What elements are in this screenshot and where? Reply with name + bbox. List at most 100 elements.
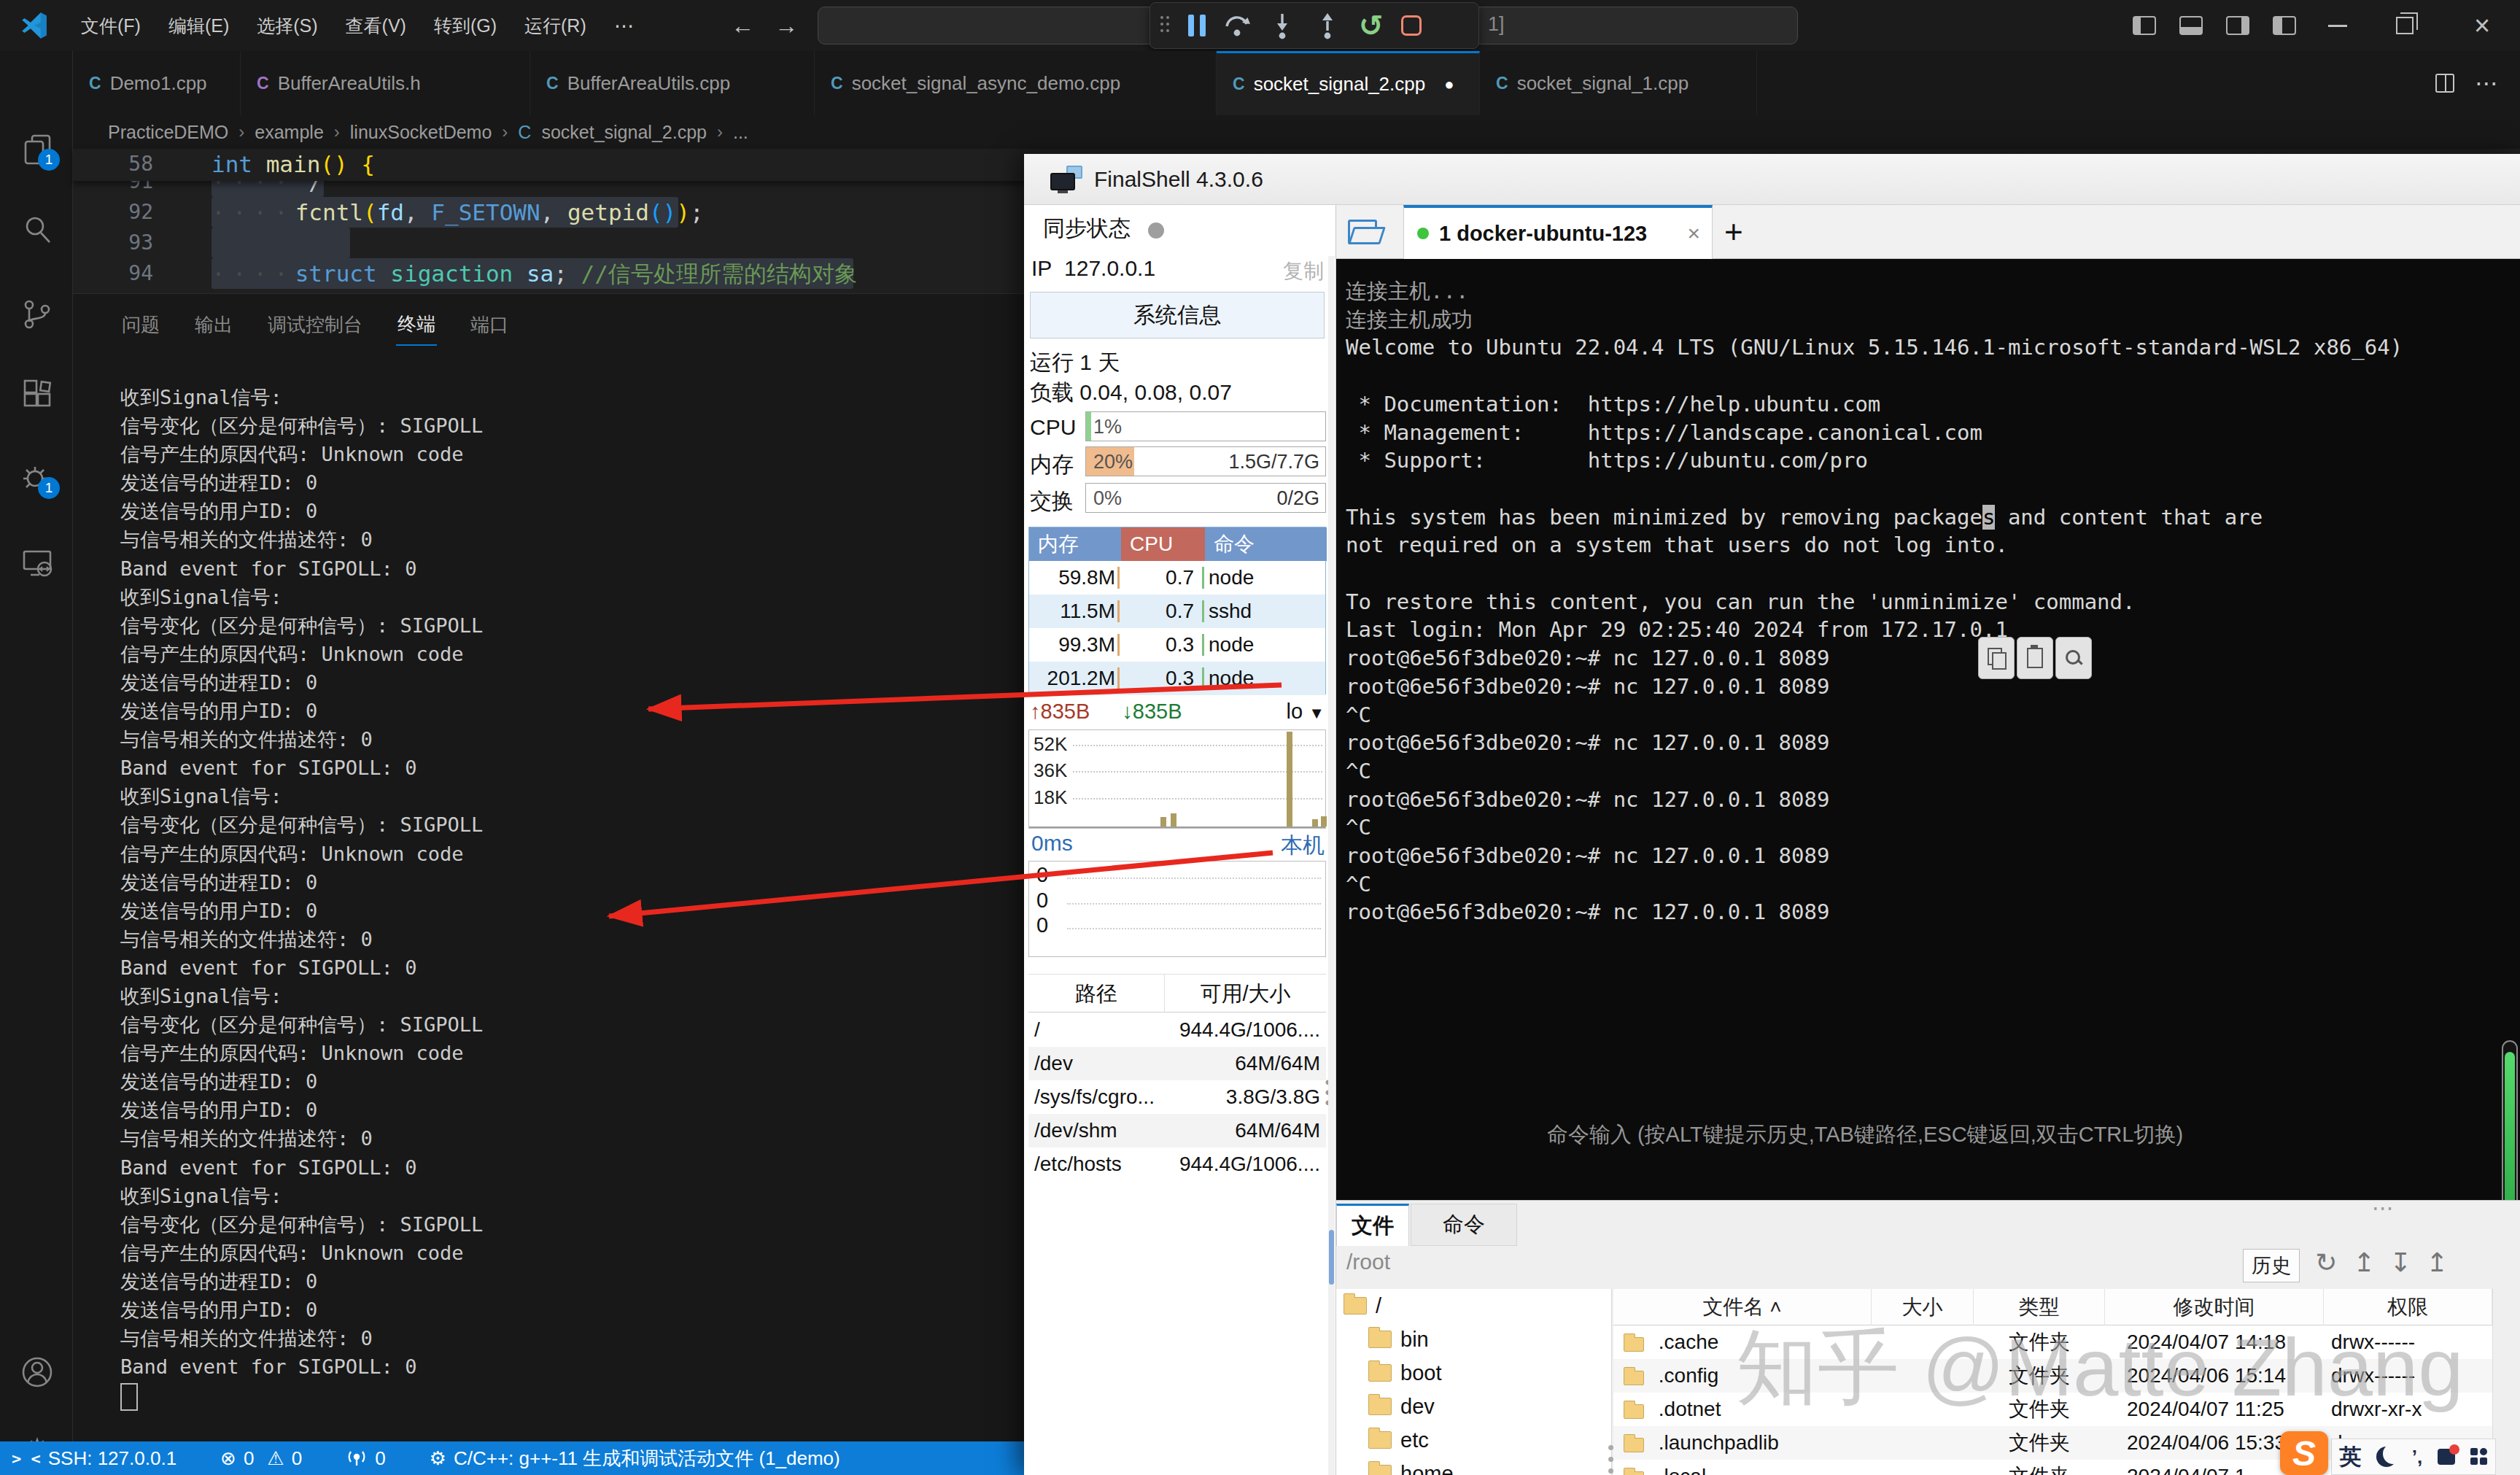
disk-row[interactable]: /944.4G/1006.... — [1028, 1013, 1326, 1047]
remote-status-item[interactable]: > <SSH: 127.0.0.1 — [12, 1447, 177, 1470]
menu-item[interactable]: 选择(S) — [243, 14, 331, 38]
process-table[interactable]: 内存CPU命令59.8M0.7node11.5M0.7sshd99.3M0.3n… — [1028, 527, 1326, 694]
history-button[interactable]: 历史 — [2243, 1249, 2300, 1282]
ime-language-toggle[interactable]: 英 — [2339, 1442, 2361, 1472]
debug-step-out-button[interactable] — [1314, 12, 1341, 39]
panel-tab-item[interactable]: 调试控制台 — [266, 305, 364, 345]
process-row[interactable]: 99.3M0.3node — [1029, 628, 1325, 662]
download-icon[interactable]: ↧ — [2389, 1247, 2411, 1278]
copy-button[interactable]: 复制 — [1283, 258, 1324, 285]
ping-host[interactable]: 本机 — [1281, 831, 1325, 861]
menu-item[interactable]: 编辑(E) — [155, 14, 243, 38]
layout-customize-button[interactable] — [2261, 0, 2308, 51]
ime-tool-icon[interactable] — [2438, 1449, 2455, 1465]
ssh-terminal[interactable]: 连接主机...连接主机成功Welcome to Ubuntu 22.04.4 L… — [1336, 259, 2520, 1200]
panel-tab-item[interactable]: 问题 — [120, 305, 161, 345]
debug-toolbar-drag-handle[interactable] — [1160, 16, 1171, 35]
tree-item[interactable]: dev — [1336, 1390, 1611, 1423]
breadcrumb-item[interactable]: PracticeDEMO — [108, 122, 228, 143]
moon-icon[interactable] — [2376, 1447, 2397, 1467]
menu-item[interactable]: 转到(G) — [420, 14, 511, 38]
nav-forward-button[interactable]: → — [775, 12, 798, 39]
accounts-icon[interactable] — [20, 1355, 54, 1389]
explorer-icon[interactable]: 1 — [20, 133, 54, 166]
disk-table[interactable]: 路径可用/大小/944.4G/1006..../dev64M/64M/sys/f… — [1028, 974, 1326, 1181]
tab-dirty-dot[interactable]: ● — [1444, 75, 1454, 94]
open-folder-icon[interactable] — [1348, 217, 1384, 246]
disk-row[interactable]: /dev/shm64M/64M — [1028, 1114, 1326, 1147]
editor-tab[interactable]: CBufferAreaUtils.cpp — [530, 51, 815, 115]
menu-more-icon[interactable]: ⋯ — [600, 14, 648, 38]
panel-tab-item[interactable]: 端口 — [469, 305, 510, 345]
upload-arrow-icon[interactable]: ↥ — [2353, 1247, 2375, 1278]
debug-restart-button[interactable]: ↺ — [1359, 15, 1384, 36]
net-interface-select[interactable]: lo ▼ — [1287, 700, 1325, 724]
debug-step-into-button[interactable] — [1268, 12, 1296, 39]
disk-row[interactable]: /etc/hosts944.4G/1006.... — [1028, 1147, 1326, 1181]
new-terminal-tab-button[interactable]: + — [1724, 214, 1743, 250]
breadcrumb-item[interactable]: ... — [733, 122, 748, 143]
panel-tab-terminal-active[interactable]: 终端 — [396, 304, 437, 346]
punctuation-icon[interactable]: ’, — [2412, 1446, 2422, 1468]
window-maximize-button[interactable] — [2379, 0, 2430, 51]
process-row[interactable]: 11.5M0.7sshd — [1029, 595, 1325, 628]
editor-more-actions-icon[interactable]: ⋯ — [2475, 69, 2498, 97]
tree-item[interactable]: boot — [1336, 1356, 1611, 1390]
editor-tab[interactable]: CBufferAreaUtils.h — [241, 51, 530, 115]
process-row[interactable]: 59.8M0.7node — [1029, 561, 1325, 595]
debug-pause-button[interactable] — [1188, 15, 1206, 36]
breadcrumb-item[interactable]: socket_signal_2.cpp — [541, 122, 707, 143]
terminal-scrollbar[interactable] — [2502, 1040, 2518, 1223]
search-button[interactable] — [2055, 637, 2092, 679]
system-info-button[interactable]: 系统信息 — [1030, 292, 1325, 338]
split-editor-icon[interactable] — [2435, 74, 2454, 93]
menu-item[interactable]: 运行(R) — [511, 14, 600, 38]
nav-back-button[interactable]: ← — [731, 12, 754, 39]
editor-tab[interactable]: Csocket_signal_1.cpp — [1480, 51, 1757, 115]
build-task-status-item[interactable]: ⚙C/C++: g++-11 生成和调试活动文件 (1_demo) — [430, 1446, 840, 1471]
vscode-terminal-output[interactable]: 收到Signal信号:信号变化（区分是何种信号）: SIGPOLL信号产生的原因… — [120, 383, 483, 1381]
editor-tab[interactable]: Csocket_signal_2.cpp● — [1217, 51, 1480, 115]
remote-explorer-icon[interactable] — [20, 546, 54, 579]
refresh-icon[interactable]: ↻ — [2315, 1247, 2337, 1278]
upload-icon[interactable]: ↥ — [2426, 1247, 2448, 1278]
file-table-scrollbar[interactable] — [2492, 1289, 2520, 1475]
disk-row[interactable]: /dev64M/64M — [1028, 1047, 1326, 1080]
terminal-tab-close-icon[interactable]: × — [1687, 221, 1700, 246]
problems-status-item[interactable]: ⊗0⚠0 — [220, 1447, 302, 1470]
finalshell-titlebar[interactable]: FinalShell 4.3.0.6 — [1024, 154, 2520, 205]
menu-item[interactable]: 查看(V) — [332, 14, 420, 38]
run-debug-icon[interactable]: 1 — [20, 461, 54, 495]
panel-resize-handle[interactable]: ⋯ — [2372, 1195, 2396, 1220]
layout-secondary-sidebar-toggle[interactable] — [2214, 0, 2261, 51]
breadcrumb-item[interactable]: example — [255, 122, 324, 143]
editor-tab[interactable]: Csocket_signal_async_demo.cpp — [815, 51, 1217, 115]
search-icon[interactable] — [20, 213, 54, 247]
terminal-tab[interactable]: 1 docker-ubuntu-123 × — [1403, 205, 1713, 259]
panel-tab-item[interactable]: 输出 — [193, 305, 234, 345]
paste-button[interactable] — [2017, 637, 2053, 679]
breadcrumb-item[interactable]: linuxSocketDemo — [350, 122, 492, 143]
layout-sidebar-toggle[interactable] — [2121, 0, 2168, 51]
files-tab[interactable]: 文件 — [1336, 1204, 1409, 1246]
window-minimize-button[interactable] — [2312, 0, 2363, 51]
window-close-button[interactable]: × — [2455, 0, 2509, 51]
source-control-icon[interactable] — [20, 298, 54, 331]
directory-tree[interactable]: /binbootdevetchome — [1336, 1289, 1612, 1475]
copy-button[interactable] — [1978, 637, 2015, 679]
debug-stop-button[interactable] — [1401, 15, 1422, 36]
tree-item[interactable]: etc — [1336, 1423, 1611, 1457]
monitor-scrollbar[interactable] — [1328, 256, 1335, 1475]
ime-grid-icon[interactable] — [2470, 1448, 2488, 1466]
menu-item[interactable]: 文件(F) — [67, 14, 155, 38]
ports-status-item[interactable]: 0 — [346, 1447, 385, 1470]
tree-item[interactable]: home — [1336, 1457, 1611, 1475]
commands-tab[interactable]: 命令 — [1411, 1204, 1517, 1246]
tree-item[interactable]: bin — [1336, 1323, 1611, 1356]
process-row[interactable]: 201.2M0.3node — [1029, 662, 1325, 695]
sogou-input-icon[interactable]: S — [2280, 1431, 2328, 1475]
layout-panel-toggle[interactable] — [2168, 0, 2214, 51]
disk-row[interactable]: /sys/fs/cgro...3.8G/3.8G — [1028, 1080, 1326, 1114]
path-input[interactable]: /root — [1346, 1250, 1390, 1274]
extensions-icon[interactable] — [20, 378, 54, 411]
